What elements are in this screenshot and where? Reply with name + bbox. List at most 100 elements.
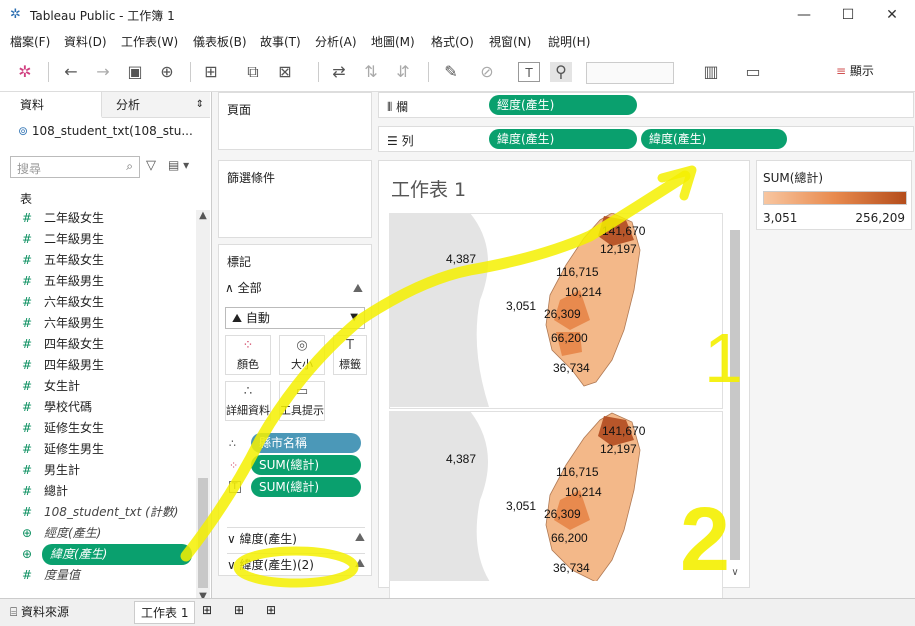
field-item[interactable]: # 女生計 <box>22 376 192 397</box>
close-button[interactable]: ✕ <box>878 4 906 26</box>
pill-county-name[interactable]: 縣市名稱 <box>251 433 361 453</box>
new-story-tab-icon[interactable]: ⊞ <box>266 603 276 617</box>
marks-layer-latitude[interactable]: ∨ 緯度(產生) ⛰ <box>227 527 365 547</box>
scroll-down-icon[interactable]: ∨ <box>728 567 742 578</box>
scroll-up-icon[interactable]: ▲ <box>196 210 210 221</box>
menu-file[interactable]: 檔案(F) <box>10 33 50 50</box>
field-item[interactable]: # 六年級男生 <box>22 313 192 334</box>
group-icon[interactable]: ⊘ <box>476 62 498 82</box>
maximize-button[interactable]: ☐ <box>834 4 862 26</box>
field-item-longitude[interactable]: ⊕ 經度(產生) <box>22 523 192 544</box>
tab-data[interactable]: 資料 <box>0 92 102 118</box>
detail-button[interactable]: ∴ 詳細資料 <box>225 381 271 421</box>
field-item[interactable]: # 二年級男生 <box>22 229 192 250</box>
field-item[interactable]: # 總計 <box>22 481 192 502</box>
filters-shelf[interactable]: 篩選條件 <box>218 160 372 238</box>
filter-icon[interactable]: ▽ <box>146 158 156 173</box>
field-item[interactable]: # 男生計 <box>22 460 192 481</box>
show-me-label: 顯示 <box>849 64 874 78</box>
field-item[interactable]: # 學校代碼 <box>22 397 192 418</box>
label-button[interactable]: T 標籤 <box>333 335 367 375</box>
title-bar: ✲ Tableau Public - 工作簿 1 — ☐ ✕ <box>0 0 915 30</box>
mark-type-dropdown[interactable]: ⛰ 自動 ▼ <box>225 307 365 329</box>
columns-shelf[interactable]: ⦀ 欄 經度(產生) <box>378 92 914 118</box>
field-item[interactable]: # 四年級女生 <box>22 334 192 355</box>
clear-sheet-icon[interactable]: ⊠ <box>274 62 296 82</box>
menu-story[interactable]: 故事(T) <box>260 33 301 50</box>
measure-icon: # <box>22 421 33 435</box>
label-icon: T <box>229 481 241 493</box>
duplicate-sheet-icon[interactable]: ⧉ <box>242 62 264 82</box>
rows-icon: ☰ <box>387 134 398 148</box>
map-layer-icon: ⛰ <box>352 281 363 295</box>
search-input[interactable]: 搜尋 ⌕ <box>10 156 140 178</box>
map-pane-bottom[interactable] <box>389 411 723 607</box>
pill-longitude[interactable]: 經度(產生) <box>489 95 637 115</box>
show-labels-icon[interactable]: T <box>518 62 540 82</box>
tab-analysis[interactable]: 分析 ⇕ <box>102 92 210 118</box>
datasource-tab[interactable]: ⌸ 資料來源 <box>10 603 69 620</box>
menu-format[interactable]: 格式(O) <box>431 33 474 50</box>
datasource-item[interactable]: ⊚ 108_student_txt(108_stu... <box>18 124 193 138</box>
pages-shelf[interactable]: 頁面 <box>218 92 372 150</box>
marks-all-layer[interactable]: ∧ 全部 <box>225 279 262 296</box>
field-item[interactable]: # 二年級女生 <box>22 208 192 229</box>
window-title: Tableau Public - 工作簿 1 <box>30 9 175 23</box>
sort-descending-icon[interactable]: ⇵ <box>392 62 414 82</box>
data-pane-scrollbar[interactable]: ▲ ▼ <box>196 210 210 602</box>
menu-data[interactable]: 資料(D) <box>64 33 107 50</box>
view-scrollbar[interactable]: ∨ <box>728 226 742 578</box>
card-view-icon[interactable]: ▥ <box>700 62 722 82</box>
field-item[interactable]: # 延修生女生 <box>22 418 192 439</box>
menu-analysis[interactable]: 分析(A) <box>315 33 357 50</box>
chevron-up-icon: ∧ <box>225 281 234 295</box>
marks-card: 標記 ∧ 全部 ⛰ ⛰ 自動 ▼ ⁘ 顏色 ◎ 大小 T 標籤 ∴ 詳細資料 ▭ 工具提示… <box>218 244 372 576</box>
redo-icon[interactable]: → <box>92 62 114 82</box>
swap-rows-columns-icon[interactable]: ⇄ <box>328 62 350 82</box>
new-worksheet-icon[interactable]: ⊞ <box>200 62 222 82</box>
menu-window[interactable]: 視窗(N) <box>489 33 531 50</box>
show-me-button[interactable]: ≡ 顯示 <box>836 62 874 79</box>
marks-layer-latitude-2[interactable]: ∨ 緯度(產生)(2) ⛰ <box>227 553 365 573</box>
new-worksheet-tab-icon[interactable]: ⊞ <box>202 603 212 617</box>
undo-icon[interactable]: ← <box>60 62 82 82</box>
menu-help[interactable]: 說明(H) <box>548 33 590 50</box>
field-item[interactable]: # 延修生男生 <box>22 439 192 460</box>
map-pane-top[interactable] <box>389 213 723 409</box>
highlight-icon[interactable]: ✎ <box>440 62 462 82</box>
new-datasource-icon[interactable]: ⊕ <box>156 62 178 82</box>
field-item-latitude[interactable]: 緯度(產生) <box>42 544 192 565</box>
field-item[interactable]: # 四年級男生 <box>22 355 192 376</box>
scrollbar-thumb[interactable] <box>730 230 740 560</box>
menu-worksheet[interactable]: 工作表(W) <box>121 33 178 50</box>
tableau-home-icon[interactable]: ✲ <box>14 62 36 82</box>
field-item[interactable]: # 六年級女生 <box>22 292 192 313</box>
color-legend[interactable]: SUM(總計) 3,051 256,209 <box>756 160 912 230</box>
fix-axes-icon[interactable]: ⚲ <box>550 62 572 82</box>
presentation-mode-icon[interactable]: ▭ <box>742 62 764 82</box>
view-options-icon[interactable]: ▤ ▾ <box>168 158 189 172</box>
pill-latitude[interactable]: 緯度(產生) <box>489 129 637 149</box>
detail-label: 詳細資料 <box>226 404 270 417</box>
pill-sum-total-color[interactable]: SUM(總計) <box>251 455 361 475</box>
fit-dropdown[interactable] <box>586 62 674 84</box>
new-dashboard-tab-icon[interactable]: ⊞ <box>234 603 244 617</box>
size-button[interactable]: ◎ 大小 <box>279 335 325 375</box>
field-item[interactable]: # 五年級男生 <box>22 271 192 292</box>
tooltip-button[interactable]: ▭ 工具提示 <box>279 381 325 421</box>
field-item[interactable]: # 度量值 <box>22 565 192 586</box>
minimize-button[interactable]: — <box>790 4 818 26</box>
sheet-tab[interactable]: 工作表 1 <box>134 601 196 624</box>
field-item[interactable]: #108_student_txt (計數) <box>22 502 192 523</box>
pill-latitude-2[interactable]: 緯度(產生) <box>641 129 787 149</box>
save-icon[interactable]: ▣ <box>124 62 146 82</box>
menu-dashboard[interactable]: 儀表板(B) <box>193 33 247 50</box>
pill-sum-total-label[interactable]: SUM(總計) <box>251 477 361 497</box>
sort-ascending-icon[interactable]: ⇅ <box>360 62 382 82</box>
color-button[interactable]: ⁘ 顏色 <box>225 335 271 375</box>
scrollbar-thumb[interactable] <box>198 478 208 588</box>
marks-all-label: 全部 <box>237 281 262 295</box>
rows-shelf[interactable]: ☰ 列 緯度(產生) 緯度(產生) <box>378 126 914 152</box>
field-item[interactable]: # 五年級女生 <box>22 250 192 271</box>
menu-map[interactable]: 地圖(M) <box>371 33 415 50</box>
